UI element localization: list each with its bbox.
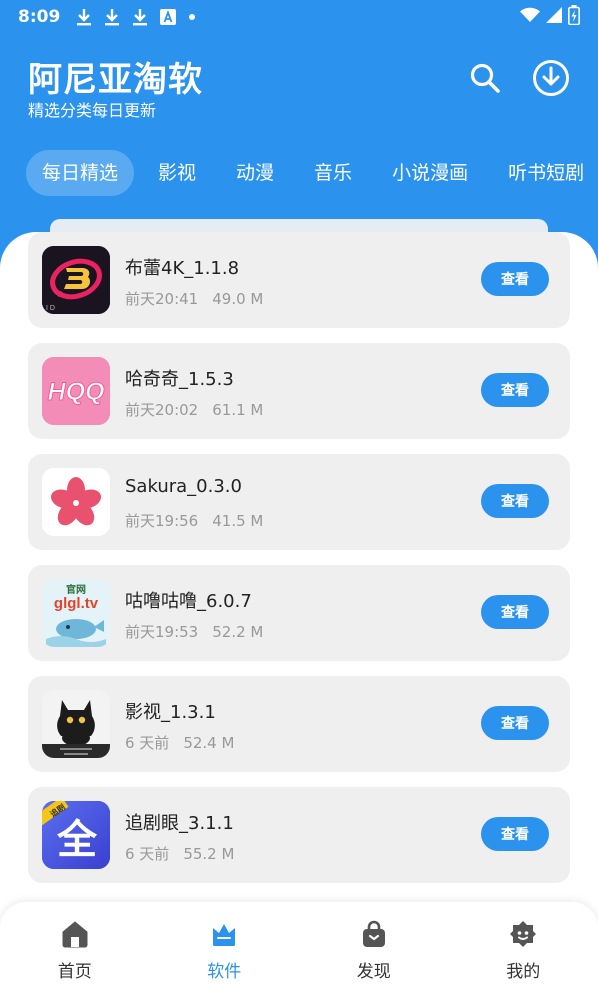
list-item[interactable]: 影视_1.3.1 6 天前 52.4 M 查看 (28, 676, 570, 772)
list-item[interactable]: Sakura_0.3.0 前天19:56 41.5 M 查看 (28, 454, 570, 550)
list-item[interactable]: HQQ 哈奇奇_1.5.3 前天20:02 61.1 M 查看 (28, 343, 570, 439)
tab-novel-comic[interactable]: 小说漫画 (376, 150, 484, 196)
hqq-icon-text: HQQ (48, 378, 106, 406)
crown-icon (209, 919, 239, 949)
app-list: I D 布蕾4K_1.1.8 前天20:41 49.0 M 查看 HQQ 哈奇奇_… (28, 232, 570, 898)
black-cat-app-icon (42, 690, 110, 758)
download-icon (76, 8, 92, 26)
app-meta: 6 天前 55.2 M (125, 843, 234, 864)
view-button[interactable]: 查看 (481, 373, 549, 407)
nav-profile[interactable]: 我的 (449, 902, 598, 998)
download-icon (132, 8, 148, 26)
bulei-app-icon: I D (42, 246, 110, 314)
app-time: 6 天前 (125, 845, 170, 863)
app-meta: 前天19:56 41.5 M (125, 510, 263, 531)
view-button[interactable]: 查看 (481, 595, 549, 629)
profile-icon (508, 919, 538, 949)
download-icon (104, 8, 120, 26)
view-button[interactable]: 查看 (481, 262, 549, 296)
app-name: Sakura_0.3.0 (125, 476, 242, 497)
app-subtitle: 精选分类每日更新 (28, 101, 157, 120)
a-box-icon (160, 9, 177, 25)
search-icon (469, 62, 501, 98)
app-time: 前天20:02 (125, 401, 199, 419)
hqq-app-icon: HQQ (42, 357, 110, 425)
tab-audiobook-drama[interactable]: 听书短剧 (492, 150, 598, 196)
app-meta: 6 天前 52.4 M (125, 732, 234, 753)
search-button[interactable] (465, 60, 505, 100)
app-size: 49.0 M (212, 290, 264, 308)
download-circle-icon (532, 59, 570, 101)
app-name: 追剧眼_3.1.1 (125, 813, 234, 834)
nav-discover[interactable]: 发现 (299, 902, 449, 998)
app-size: 61.1 M (212, 401, 264, 419)
tab-video[interactable]: 影视 (142, 150, 212, 196)
nav-home[interactable]: 首页 (0, 902, 150, 998)
nav-profile-label: 我的 (506, 961, 541, 982)
app-title: 阿尼亚淘软 (28, 60, 203, 100)
app-size: 52.4 M (183, 734, 235, 752)
status-bar: 8:09 (0, 0, 598, 34)
home-icon (60, 919, 90, 949)
bottom-nav: 首页 软件 发现 我的 (0, 902, 598, 998)
app-meta: 前天19:53 52.2 M (125, 621, 263, 642)
app-time: 前天19:56 (125, 512, 199, 530)
nav-software[interactable]: 软件 (150, 902, 300, 998)
zhuijuyan-icon-text: 全 (56, 817, 98, 863)
tab-daily-picks[interactable]: 每日精选 (26, 150, 135, 196)
app-meta: 前天20:02 61.1 M (125, 399, 263, 420)
svg-text:I D: I D (46, 305, 55, 312)
zhuijuyan-app-icon: 追剧 全 (42, 801, 110, 869)
signal-icon (546, 6, 562, 28)
dot-icon (188, 13, 196, 21)
app-name: 影视_1.3.1 (125, 702, 216, 723)
nav-discover-label: 发现 (356, 961, 391, 982)
list-item[interactable]: 官网 glgl.tv 咕噜咕噜_6.0.7 前天19:53 52.2 M 查看 (28, 565, 570, 661)
glgl-icon-text: glgl.tv (54, 595, 99, 612)
app-time: 前天20:41 (125, 290, 199, 308)
view-button[interactable]: 查看 (481, 706, 549, 740)
wifi-icon (520, 7, 540, 28)
status-time: 8:09 (18, 7, 61, 27)
download-manager-button[interactable] (531, 60, 571, 100)
nav-software-label: 软件 (207, 961, 242, 982)
sakura-app-icon (42, 468, 110, 536)
app-time: 前天19:53 (125, 623, 199, 641)
app-name: 布蕾4K_1.1.8 (125, 258, 240, 279)
view-button[interactable]: 查看 (481, 484, 549, 518)
bag-icon (359, 919, 389, 949)
tab-music[interactable]: 音乐 (298, 150, 368, 196)
nav-home-label: 首页 (57, 961, 92, 982)
app-size: 52.2 M (212, 623, 264, 641)
app-name: 咕噜咕噜_6.0.7 (125, 591, 252, 612)
battery-icon (568, 4, 580, 30)
tab-anime[interactable]: 动漫 (220, 150, 290, 196)
app-name: 哈奇奇_1.5.3 (125, 369, 234, 390)
app-size: 55.2 M (183, 845, 235, 863)
app-size: 41.5 M (212, 512, 264, 530)
glgl-app-icon: 官网 glgl.tv (42, 579, 110, 647)
app-meta: 前天20:41 49.0 M (125, 288, 263, 309)
app-time: 6 天前 (125, 734, 170, 752)
view-button[interactable]: 查看 (481, 817, 549, 851)
list-item[interactable]: 追剧 全 追剧眼_3.1.1 6 天前 55.2 M 查看 (28, 787, 570, 883)
category-tabs: 每日精选 影视 动漫 音乐 小说漫画 听书短剧 (26, 150, 598, 196)
list-item[interactable]: I D 布蕾4K_1.1.8 前天20:41 49.0 M 查看 (28, 232, 570, 328)
